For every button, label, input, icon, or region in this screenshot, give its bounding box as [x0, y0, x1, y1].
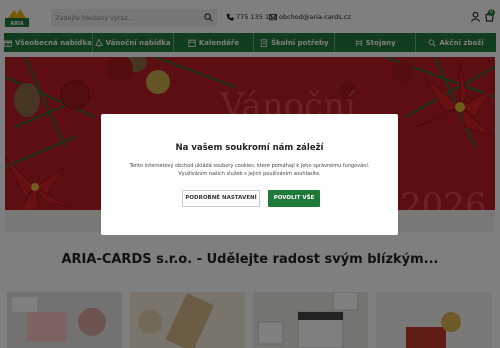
cookie-text: Tento internetový obchod ukládá soubory …: [129, 163, 370, 177]
cookie-consent-dialog: Na vašem soukromí nám záleží Tento inter…: [101, 114, 398, 235]
cookie-settings-button[interactable]: PODROBNÉ NASTAVENÍ: [182, 190, 260, 207]
cookie-title: Na vašem soukromí nám záleží: [175, 143, 324, 153]
cookie-accept-button[interactable]: POVOLIT VŠE: [268, 190, 320, 207]
